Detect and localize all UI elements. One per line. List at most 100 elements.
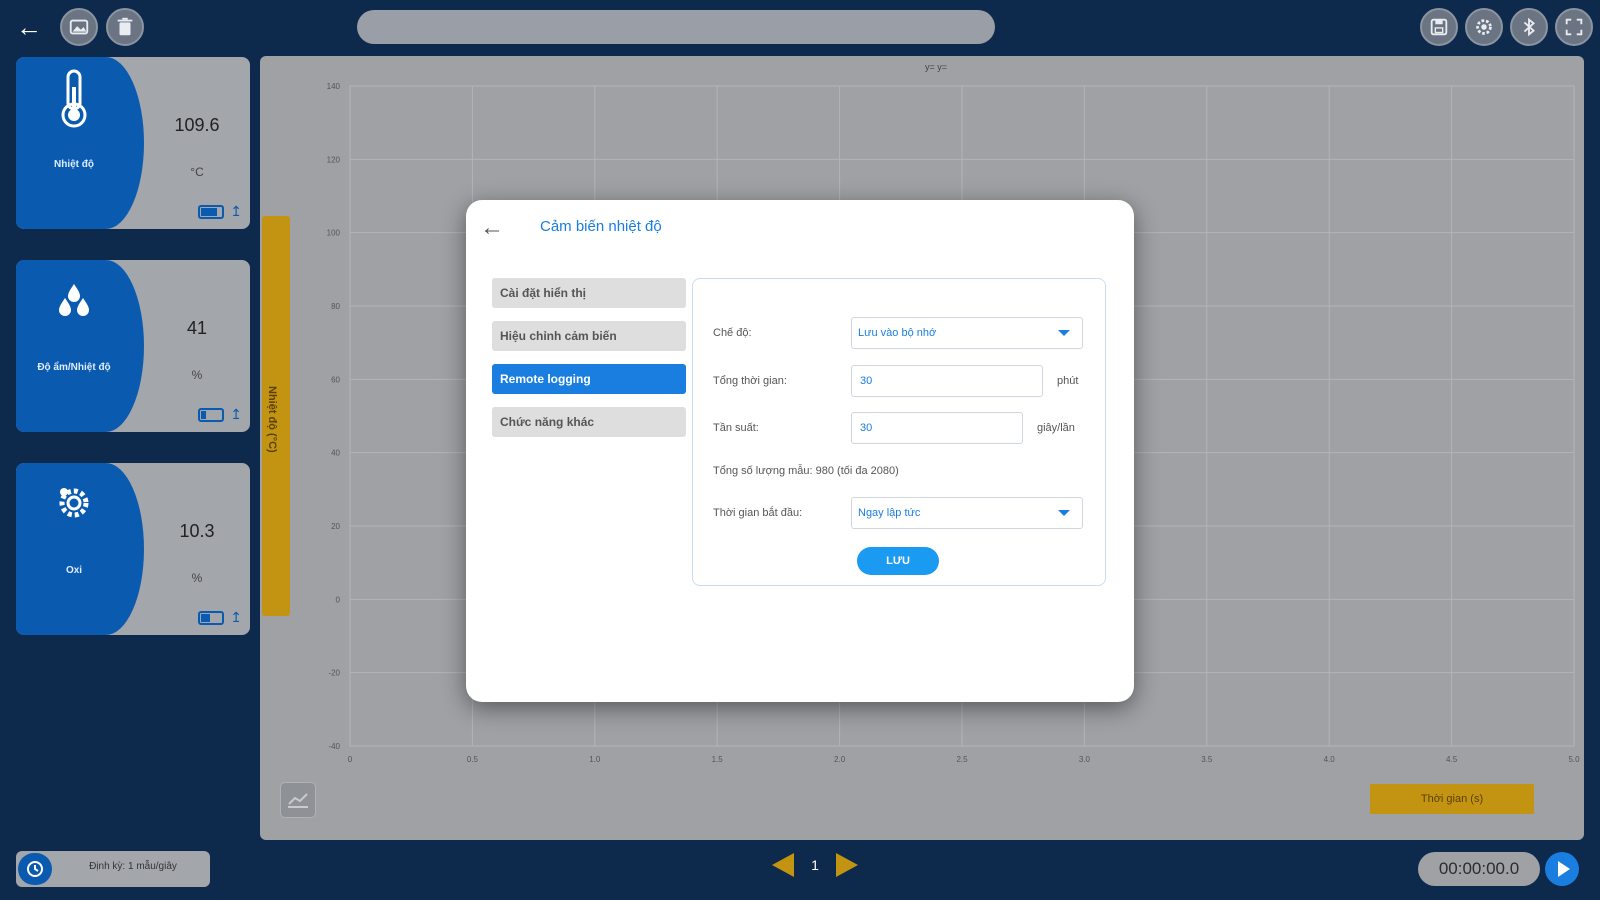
battery-level	[201, 208, 217, 216]
x-tick-label: 4.5	[1446, 755, 1458, 764]
x-tick-label: 5.0	[1568, 755, 1580, 764]
sensor-value: 10.3	[179, 521, 215, 541]
y-tick-label: -20	[328, 669, 340, 678]
x-tick-label: 3.0	[1079, 755, 1091, 764]
start-time-label: Thời gian bắt đầu:	[713, 507, 803, 519]
sample-count-text: Tổng số lượng mẫu: 980 (tối đa 2080)	[713, 465, 899, 477]
chevron-down-icon	[1058, 330, 1070, 336]
fullscreen-icon	[1565, 18, 1583, 36]
battery-level	[201, 614, 210, 622]
x-tick-label: 2.5	[956, 755, 968, 764]
y-tick-label: 60	[331, 375, 340, 384]
battery-level	[201, 411, 206, 419]
battery-icon	[198, 205, 224, 219]
x-tick-label: 1.5	[712, 755, 724, 764]
y-tick-label: 80	[331, 302, 340, 311]
sensor-unit: °C	[190, 165, 204, 179]
y-tick-label: 40	[331, 449, 340, 458]
image-icon	[69, 19, 89, 35]
sensor-card-oxygen[interactable]: Oxi 10.3 % ↥	[16, 463, 250, 635]
sensor-card-humidity[interactable]: Độ ẩm/Nhiệt độ 41 % ↥	[16, 260, 250, 432]
battery-icon	[198, 611, 224, 625]
start-time-value: Ngay lập tức	[858, 507, 921, 519]
clock-icon	[18, 853, 52, 885]
chevron-down-icon	[1058, 510, 1070, 516]
y-tick-label: 0	[336, 595, 341, 604]
y-tick-label: 120	[327, 155, 341, 164]
sensor-value: 41	[186, 318, 208, 338]
next-page-button[interactable]	[835, 853, 858, 877]
x-tick-label: 0.5	[467, 755, 479, 764]
sensor-card-temperature[interactable]: Nhiệt độ 109.6 °C ↥	[16, 57, 250, 229]
x-tick-label: 0	[348, 755, 353, 764]
menu-item-remote-logging[interactable]: Remote logging	[492, 364, 686, 394]
trash-icon	[117, 17, 133, 36]
frequency-label: Tần suất:	[713, 422, 759, 434]
back-button[interactable]: ←	[14, 12, 44, 42]
sensor-name: Nhiệt độ	[54, 159, 94, 170]
x-tick-label: 2.0	[834, 755, 846, 764]
image-button[interactable]	[60, 8, 98, 46]
page-number: 1	[811, 857, 819, 873]
gear-icon	[1476, 19, 1492, 35]
total-time-label: Tổng thời gian:	[713, 375, 787, 387]
timer-display: 00:00:00.0	[1418, 852, 1540, 886]
chart-tool-button[interactable]	[280, 782, 316, 818]
sampling-frequency-label: Định kỳ: 1 mẫu/giây	[89, 861, 177, 872]
x-axis-label-button[interactable]: Thời gian (s)	[1370, 784, 1534, 814]
usb-icon: ↥	[230, 203, 242, 219]
y-axis-label-button[interactable]: Nhiệt độ (°C)	[262, 216, 290, 616]
menu-item-display-settings[interactable]: Cài đặt hiển thị	[492, 278, 686, 308]
save-icon	[1430, 18, 1448, 36]
delete-button[interactable]	[106, 8, 144, 46]
y-axis-label: Nhiệt độ (°C)	[266, 386, 278, 453]
x-tick-label: 1.0	[589, 755, 601, 764]
page-navigator: 1	[772, 850, 858, 880]
dialog-back-button[interactable]: ←	[480, 214, 504, 242]
frequency-unit: giây/lần	[1037, 422, 1075, 434]
start-time-select[interactable]: Ngay lập tức	[851, 497, 1083, 529]
frequency-input[interactable]: 30	[851, 412, 1023, 444]
fullscreen-button[interactable]	[1555, 8, 1593, 46]
remote-logging-form: Chế độ: Lưu vào bộ nhớ Tổng thời gian: 3…	[692, 278, 1106, 586]
sensor-value: 109.6	[174, 115, 220, 135]
save-button[interactable]: LƯU	[857, 547, 939, 575]
save-file-button[interactable]	[1420, 8, 1458, 46]
sensor-unit: %	[191, 571, 203, 585]
menu-item-other-functions[interactable]: Chức năng khác	[492, 407, 686, 437]
previous-page-button[interactable]	[772, 853, 794, 877]
sensor-name: Độ ẩm/Nhiệt độ	[37, 362, 111, 373]
chart-line-icon	[288, 793, 308, 808]
arrow-left-icon: ←	[480, 214, 504, 241]
sensor-name: Oxi	[65, 565, 83, 576]
menu-item-calibration[interactable]: Hiệu chỉnh cảm biến	[492, 321, 686, 351]
total-time-input[interactable]: 30	[851, 365, 1043, 397]
sensor-settings-dialog: ← Cảm biến nhiệt độ Cài đặt hiển thị Hiệ…	[466, 200, 1134, 702]
arrow-left-icon: ←	[16, 12, 42, 42]
mode-label: Chế độ:	[713, 327, 752, 339]
battery-icon	[198, 408, 224, 422]
sampling-frequency-button[interactable]: Định kỳ: 1 mẫu/giây	[16, 851, 210, 887]
total-time-unit: phút	[1057, 375, 1079, 387]
play-button[interactable]	[1545, 852, 1579, 886]
bluetooth-icon	[1523, 17, 1535, 37]
x-tick-label: 3.5	[1201, 755, 1213, 764]
sensor-unit: %	[191, 368, 203, 382]
chart-legend: y= y=	[925, 62, 948, 72]
y-tick-label: 140	[327, 82, 341, 91]
experiment-title-bar[interactable]	[357, 10, 995, 44]
y-tick-label: -40	[328, 742, 340, 751]
thermometer-icon	[16, 67, 132, 136]
bluetooth-button[interactable]	[1510, 8, 1548, 46]
oxygen-gear-icon	[16, 483, 132, 528]
y-tick-label: 100	[327, 229, 341, 238]
y-tick-label: 20	[331, 522, 340, 531]
x-axis-label: Thời gian (s)	[1420, 793, 1484, 805]
settings-button[interactable]	[1465, 8, 1503, 46]
dialog-title: Cảm biến nhiệt độ	[540, 218, 662, 235]
usb-icon: ↥	[230, 406, 242, 422]
mode-select[interactable]: Lưu vào bộ nhớ	[851, 317, 1083, 349]
usb-icon: ↥	[230, 609, 242, 625]
mode-value: Lưu vào bộ nhớ	[858, 327, 937, 339]
x-tick-label: 4.0	[1324, 755, 1336, 764]
